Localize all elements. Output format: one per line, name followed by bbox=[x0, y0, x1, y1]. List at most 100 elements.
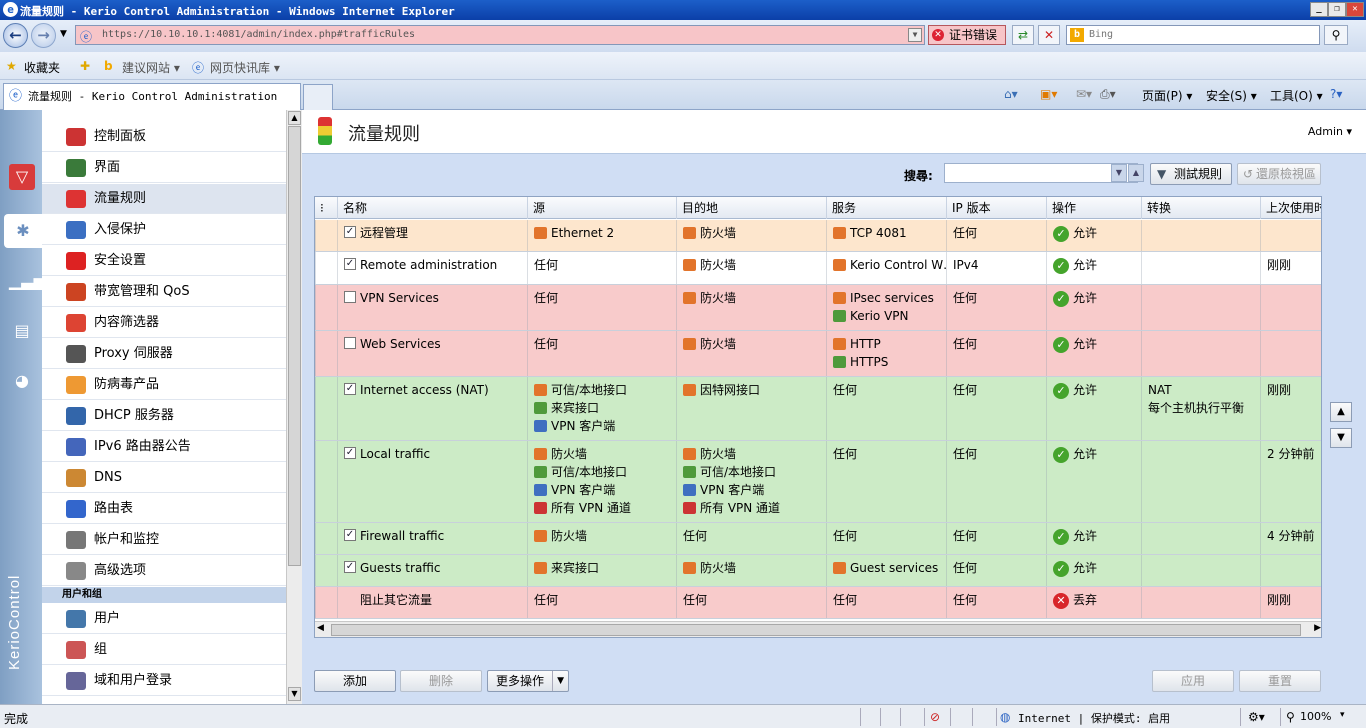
table-row[interactable]: ✓ Remote administration 任何 防火墙 Kerio Control… bbox=[315, 252, 1321, 285]
rule-enabled-checkbox[interactable] bbox=[344, 337, 356, 349]
table-row[interactable]: ✓ Guests traffic 来宾接口 防火墙 Guest services 任何 ✓ 允… bbox=[315, 555, 1321, 587]
home-icon[interactable]: ⌂▾ bbox=[1004, 87, 1018, 101]
stop-icon[interactable]: ✕ bbox=[1038, 25, 1060, 45]
sidebar-item[interactable]: 安全设置 bbox=[42, 246, 286, 276]
sidebar-item[interactable]: Proxy 伺服器 bbox=[42, 339, 286, 369]
scroll-left-icon[interactable]: ◀ bbox=[317, 623, 324, 633]
restore-icon[interactable]: ❐ bbox=[1328, 2, 1346, 17]
column-header[interactable]: 操作 bbox=[1046, 197, 1141, 219]
drag-handle-cell[interactable] bbox=[315, 377, 337, 440]
table-row[interactable]: ✓ 远程管理 Ethernet 2 防火墙 TCP 4081 任何 ✓ 允许 bbox=[315, 220, 1321, 252]
status-pie-icon[interactable]: ◕ bbox=[9, 368, 35, 394]
scroll-up-icon[interactable]: ▲ bbox=[288, 111, 301, 125]
zoom-dropdown-icon[interactable]: ▾ bbox=[1340, 710, 1345, 720]
column-header[interactable]: 上次使用时 bbox=[1260, 197, 1321, 219]
search-icon[interactable]: ⚲ bbox=[1324, 25, 1348, 45]
sidebar-item[interactable]: 路由表 bbox=[42, 494, 286, 524]
search-up-icon[interactable]: ▲ bbox=[1128, 164, 1144, 182]
forward-arrow-icon[interactable]: → bbox=[31, 23, 56, 48]
sidebar-item[interactable]: 组 bbox=[42, 635, 286, 665]
scroll-thumb[interactable] bbox=[288, 126, 301, 566]
safety-menu[interactable]: 安全(S) ▾ bbox=[1206, 87, 1257, 104]
sidebar-item[interactable]: 域和用户登录 bbox=[42, 666, 286, 696]
tab-traffic-rules[interactable]: ⓔ 流量规则 - Kerio Control Administration bbox=[3, 83, 301, 110]
sidebar-item[interactable]: 帐户和监控 bbox=[42, 525, 286, 555]
sidebar-item[interactable]: DHCP 服务器 bbox=[42, 401, 286, 431]
close-icon[interactable]: ✕ bbox=[1346, 2, 1364, 17]
scroll-down-icon[interactable]: ▼ bbox=[288, 687, 301, 701]
delete-button[interactable]: 删除 bbox=[400, 670, 482, 692]
table-row[interactable]: VPN Services 任何 防火墙 IPsec services Kerio VPN… bbox=[315, 285, 1321, 331]
web-slice-gallery-link[interactable]: 网页快讯库 ▾ bbox=[210, 59, 280, 76]
drag-handle-cell[interactable] bbox=[315, 555, 337, 586]
logs-icon[interactable]: ▤ bbox=[9, 318, 35, 344]
drag-handle-cell[interactable] bbox=[315, 441, 337, 522]
move-down-button[interactable]: ▼ bbox=[1330, 428, 1352, 448]
column-header[interactable]: 转换 bbox=[1141, 197, 1260, 219]
statistics-icon[interactable]: ▁▃▅ bbox=[9, 268, 46, 294]
search-box[interactable]: b Bing bbox=[1066, 25, 1320, 45]
feeds-icon[interactable]: ▣▾ bbox=[1040, 87, 1057, 101]
column-header[interactable]: 目的地 bbox=[676, 197, 826, 219]
sidebar-item[interactable]: 高级选项 bbox=[42, 556, 286, 586]
gear-icon[interactable]: ✱ bbox=[4, 214, 42, 248]
table-hscrollbar[interactable]: ◀ ▶ bbox=[315, 621, 1321, 637]
minimize-icon[interactable]: _ bbox=[1310, 2, 1328, 17]
back-arrow-icon[interactable]: ← bbox=[3, 23, 28, 48]
test-rules-button[interactable]: ▼ 测試規則 bbox=[1150, 163, 1232, 185]
hscroll-thumb[interactable] bbox=[331, 624, 1301, 636]
table-row[interactable]: 阻止其它流量 任何 任何 任何 任何 ✕ 丢弃 刚刚 bbox=[315, 587, 1321, 619]
sidebar-item[interactable]: 入侵保护 bbox=[42, 215, 286, 245]
rule-search-input[interactable] bbox=[944, 163, 1138, 183]
more-actions-button[interactable]: 更多操作 ▼ bbox=[487, 670, 569, 692]
rule-enabled-checkbox[interactable]: ✓ bbox=[344, 383, 356, 395]
column-header[interactable]: 服务 bbox=[826, 197, 946, 219]
page-menu[interactable]: 页面(P) ▾ bbox=[1142, 87, 1192, 104]
reset-button[interactable]: 重置 bbox=[1239, 670, 1321, 692]
drag-handle-cell[interactable] bbox=[315, 331, 337, 376]
sidebar-item[interactable]: 控制面板 bbox=[42, 122, 286, 152]
rule-enabled-checkbox[interactable]: ✓ bbox=[344, 447, 356, 459]
sidebar-item[interactable]: 带宽管理和 QoS bbox=[42, 277, 286, 307]
admin-menu[interactable]: Admin ▾ bbox=[1308, 125, 1352, 138]
apply-button[interactable]: 应用 bbox=[1152, 670, 1234, 692]
mail-icon[interactable]: ✉▾ bbox=[1076, 87, 1092, 101]
column-header[interactable]: 源 bbox=[527, 197, 676, 219]
address-dropdown-icon[interactable]: ▼ bbox=[908, 28, 922, 42]
table-row[interactable]: Web Services 任何 防火墙 HTTP HTTPS 任何 ✓ 允许 bbox=[315, 331, 1321, 377]
history-dropdown-icon[interactable]: ▼ bbox=[60, 29, 67, 39]
rule-enabled-checkbox[interactable]: ✓ bbox=[344, 561, 356, 573]
drag-handle-cell[interactable] bbox=[315, 252, 337, 284]
search-down-icon[interactable]: ▼ bbox=[1111, 164, 1127, 182]
sidebar-item[interactable]: 内容筛选器 bbox=[42, 308, 286, 338]
sidebar-item[interactable]: DNS bbox=[42, 463, 286, 493]
sidebar-scrollbar[interactable]: ▲ ▼ bbox=[286, 110, 302, 704]
drag-handle-cell[interactable] bbox=[315, 587, 337, 618]
help-icon[interactable]: ?▾ bbox=[1330, 87, 1342, 101]
refresh-icon[interactable]: ⇄ bbox=[1012, 25, 1034, 45]
zoom-level[interactable]: 100% bbox=[1300, 710, 1331, 723]
drag-handle-cell[interactable] bbox=[315, 523, 337, 554]
rule-enabled-checkbox[interactable]: ✓ bbox=[344, 529, 356, 541]
table-row[interactable]: ✓ Firewall traffic 防火墙 任何 任何 任何 ✓ 允许 4 分钟前 bbox=[315, 523, 1321, 555]
column-header[interactable]: 名称 bbox=[337, 197, 527, 219]
add-favorite-icon[interactable]: ✚ bbox=[80, 59, 90, 73]
rule-enabled-checkbox[interactable] bbox=[344, 291, 356, 303]
table-row[interactable]: ✓ Local traffic 防火墙 可信/本地接口 VPN 客户端 所有 VPN 通道… bbox=[315, 441, 1321, 523]
add-button[interactable]: 添加 bbox=[314, 670, 396, 692]
move-up-button[interactable]: ▲ bbox=[1330, 402, 1352, 422]
favorites-button[interactable]: 收藏夹 bbox=[24, 59, 60, 76]
sidebar-item[interactable]: 流量规则 bbox=[42, 184, 286, 214]
print-icon[interactable]: ⎙▾ bbox=[1100, 87, 1116, 102]
protected-mode-icon[interactable]: ⚙▾ bbox=[1248, 710, 1265, 724]
sidebar-item[interactable]: 界面 bbox=[42, 153, 286, 183]
sidebar-item[interactable]: 用户 bbox=[42, 604, 286, 634]
shield-icon[interactable]: ▽ bbox=[9, 164, 35, 190]
tools-menu[interactable]: 工具(O) ▾ bbox=[1270, 87, 1323, 104]
table-row[interactable]: ✓ Internet access (NAT) 可信/本地接口 来宾接口 VPN 客户端… bbox=[315, 377, 1321, 441]
new-tab-button[interactable] bbox=[303, 84, 333, 110]
drag-handle-cell[interactable] bbox=[315, 285, 337, 330]
scroll-right-icon[interactable]: ▶ bbox=[1314, 623, 1321, 633]
column-header[interactable]: IP 版本 bbox=[946, 197, 1046, 219]
drag-handle-cell[interactable] bbox=[315, 220, 337, 251]
